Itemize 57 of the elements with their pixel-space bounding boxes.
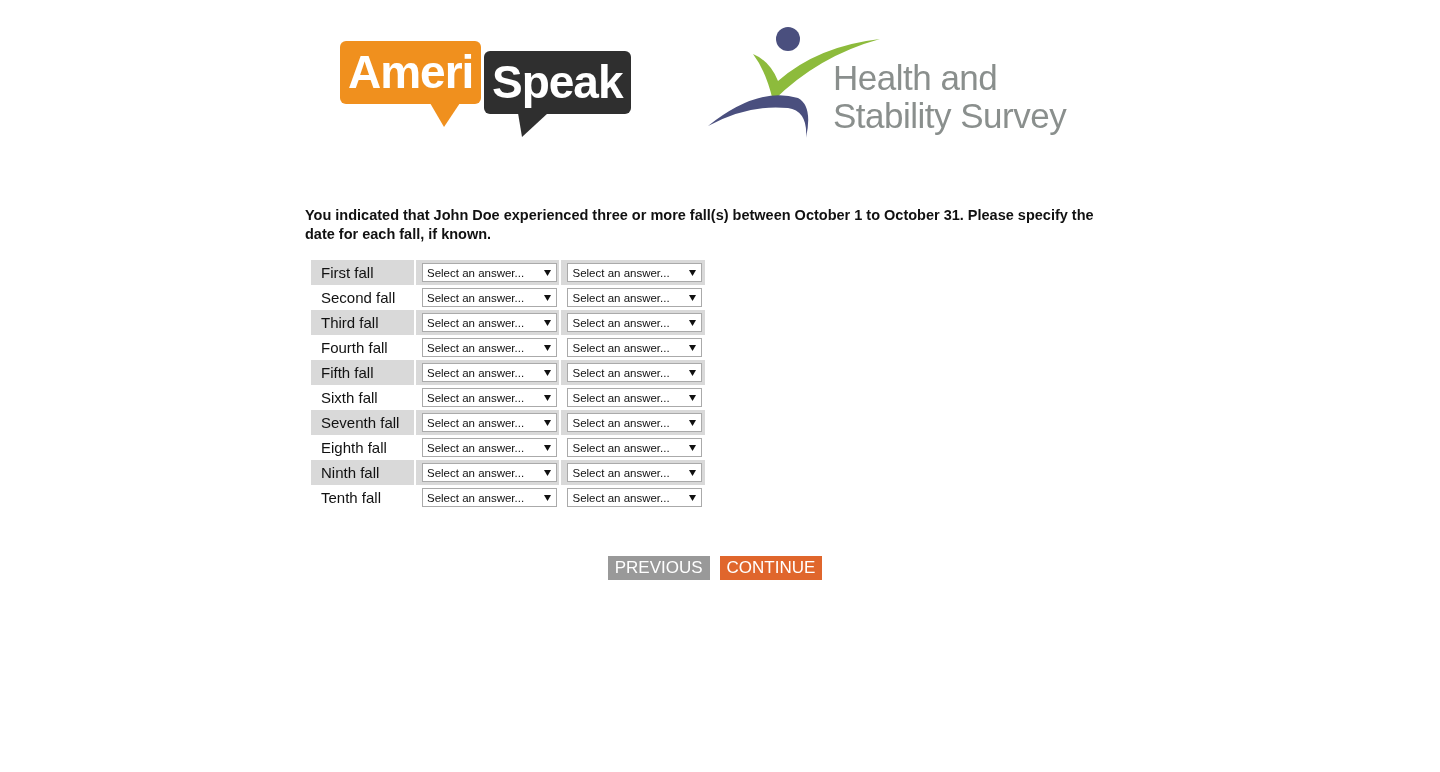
- caret-icon: [544, 269, 551, 276]
- answer-dropdown[interactable]: Select an answer...: [567, 288, 703, 307]
- row-label: Third fall: [321, 314, 379, 331]
- bubble-tail: [518, 113, 548, 137]
- caret-icon: [544, 294, 551, 301]
- answer-dropdown[interactable]: Select an answer...: [422, 313, 557, 332]
- answer-dropdown[interactable]: Select an answer...: [422, 463, 557, 482]
- caret-icon: [689, 269, 697, 276]
- caret-icon: [544, 444, 551, 451]
- answer-dropdown[interactable]: Select an answer...: [422, 288, 557, 307]
- caret-icon: [689, 469, 697, 476]
- answer-dropdown[interactable]: Select an answer...: [567, 363, 703, 382]
- row-label: Sixth fall: [321, 389, 378, 406]
- caret-icon: [544, 419, 551, 426]
- caret-icon: [544, 494, 551, 501]
- row-label: Eighth fall: [321, 439, 387, 456]
- caret-icon: [689, 344, 697, 351]
- row-label: Tenth fall: [321, 489, 382, 506]
- answer-dropdown[interactable]: Select an answer...: [567, 488, 703, 507]
- caret-icon: [544, 319, 551, 326]
- row-label: Seventh fall: [321, 414, 400, 431]
- row-label: Second fall: [321, 289, 396, 306]
- question-text: You indicated that John Doe experienced three or more fall(s) between October 1 to October 31. Please specify the date for each fall, if known.: [305, 206, 1095, 244]
- answer-dropdown[interactable]: Select an answer...: [567, 263, 703, 282]
- answer-dropdown[interactable]: Select an answer...: [422, 363, 557, 382]
- answer-dropdown[interactable]: Select an answer...: [422, 488, 557, 507]
- caret-icon: [544, 469, 551, 476]
- caret-icon: [689, 394, 697, 401]
- row-label: Ninth fall: [321, 464, 380, 481]
- caret-icon: [689, 319, 697, 326]
- answer-dropdown[interactable]: Select an answer...: [567, 338, 703, 357]
- caret-icon: [544, 369, 551, 376]
- answer-dropdown[interactable]: Select an answer...: [567, 313, 703, 332]
- answer-dropdown[interactable]: Select an answer...: [567, 388, 703, 407]
- row-label: First fall: [321, 264, 374, 281]
- answer-dropdown[interactable]: Select an answer...: [422, 263, 557, 282]
- logo-text: Health and: [833, 59, 999, 97]
- answer-dropdown[interactable]: Select an answer...: [422, 338, 557, 357]
- bubble-tail: [430, 103, 460, 127]
- caret-icon: [689, 294, 697, 301]
- answer-dropdown[interactable]: Select an answer...: [567, 463, 703, 482]
- caret-icon: [689, 419, 697, 426]
- answer-dropdown[interactable]: Select an answer...: [422, 413, 557, 432]
- caret-icon: [689, 444, 697, 451]
- row-label: Fifth fall: [321, 364, 374, 381]
- answer-dropdown[interactable]: Select an answer...: [422, 388, 557, 407]
- answer-dropdown[interactable]: Select an answer...: [422, 438, 557, 457]
- caret-icon: [544, 344, 551, 351]
- logo-word: Speak: [484, 51, 631, 114]
- caret-icon: [689, 369, 697, 376]
- answer-dropdown[interactable]: Select an answer...: [567, 413, 703, 432]
- answer-dropdown[interactable]: Select an answer...: [567, 438, 703, 457]
- caret-icon: [689, 494, 697, 501]
- row-label: Fourth fall: [321, 339, 388, 356]
- caret-icon: [544, 394, 551, 401]
- logo-word: Ameri: [340, 41, 482, 104]
- logo-text: Stability Survey: [833, 97, 1067, 135]
